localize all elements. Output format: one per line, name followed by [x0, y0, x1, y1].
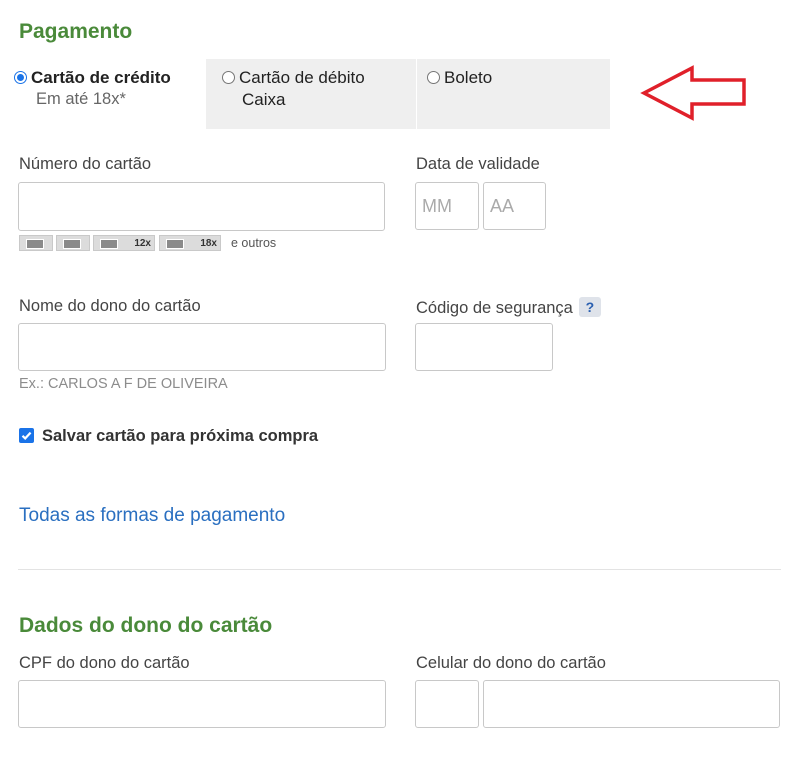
brands-more-text: e outros — [231, 236, 277, 250]
section-divider — [18, 569, 781, 570]
all-payment-methods-link[interactable]: Todas as formas de pagamento — [19, 505, 285, 527]
save-card-label[interactable]: Salvar cartão para próxima compra — [42, 427, 318, 446]
amex-brand-icon: 12x — [93, 235, 155, 251]
cvv-label-row: Código de segurança? — [416, 297, 601, 318]
amex-installments: 12x — [134, 237, 151, 249]
owner-name-input[interactable] — [18, 323, 386, 371]
visa-brand-icon — [56, 235, 90, 251]
phone-label: Celular do dono do cartão — [416, 654, 606, 672]
boleto-radio[interactable] — [427, 71, 440, 84]
arrow-left-icon — [640, 65, 746, 121]
card-number-label: Número do cartão — [19, 155, 152, 173]
tab-boleto[interactable]: Boleto — [421, 59, 610, 129]
owner-name-label: Nome do dono do cartão — [19, 297, 201, 315]
expiry-label: Data de validade — [416, 155, 540, 173]
help-icon[interactable]: ? — [578, 297, 601, 317]
tab-debit-card[interactable]: Cartão de débito Caixa — [216, 59, 416, 129]
elo-installments: 18x — [200, 237, 217, 249]
cvv-input[interactable] — [415, 323, 553, 371]
checkmark-icon — [21, 431, 32, 440]
credit-card-radio[interactable] — [14, 71, 27, 84]
cpf-label: CPF do dono do cartão — [19, 654, 190, 672]
cvv-label: Código de segurança — [416, 299, 573, 317]
tab-credit-card[interactable]: Cartão de crédito Em até 18x* — [8, 59, 206, 129]
phone-ddd-input[interactable] — [415, 680, 479, 728]
tab-credit-card-sub: Em até 18x* — [36, 90, 126, 108]
tab-debit-card-label: Cartão de débito — [239, 68, 365, 87]
phone-number-input[interactable] — [483, 680, 780, 728]
owner-name-hint: Ex.: CARLOS A F DE OLIVEIRA — [19, 376, 228, 392]
debit-card-radio[interactable] — [222, 71, 235, 84]
elo-brand-icon: 18x — [159, 235, 221, 251]
save-card-checkbox[interactable] — [19, 428, 34, 443]
expiry-year-input[interactable]: AA — [483, 182, 546, 230]
mastercard-brand-icon — [19, 235, 53, 251]
tab-boleto-label: Boleto — [444, 68, 493, 87]
tab-credit-card-label: Cartão de crédito — [31, 68, 171, 87]
tab-debit-card-sub: Caixa — [242, 90, 286, 109]
owner-data-title: Dados do dono do cartão — [19, 614, 273, 637]
page-title: Pagamento — [19, 20, 133, 43]
card-number-input[interactable] — [18, 182, 385, 231]
cpf-input[interactable] — [18, 680, 386, 728]
tab-divider — [416, 59, 417, 129]
expiry-month-input[interactable]: MM — [415, 182, 479, 230]
